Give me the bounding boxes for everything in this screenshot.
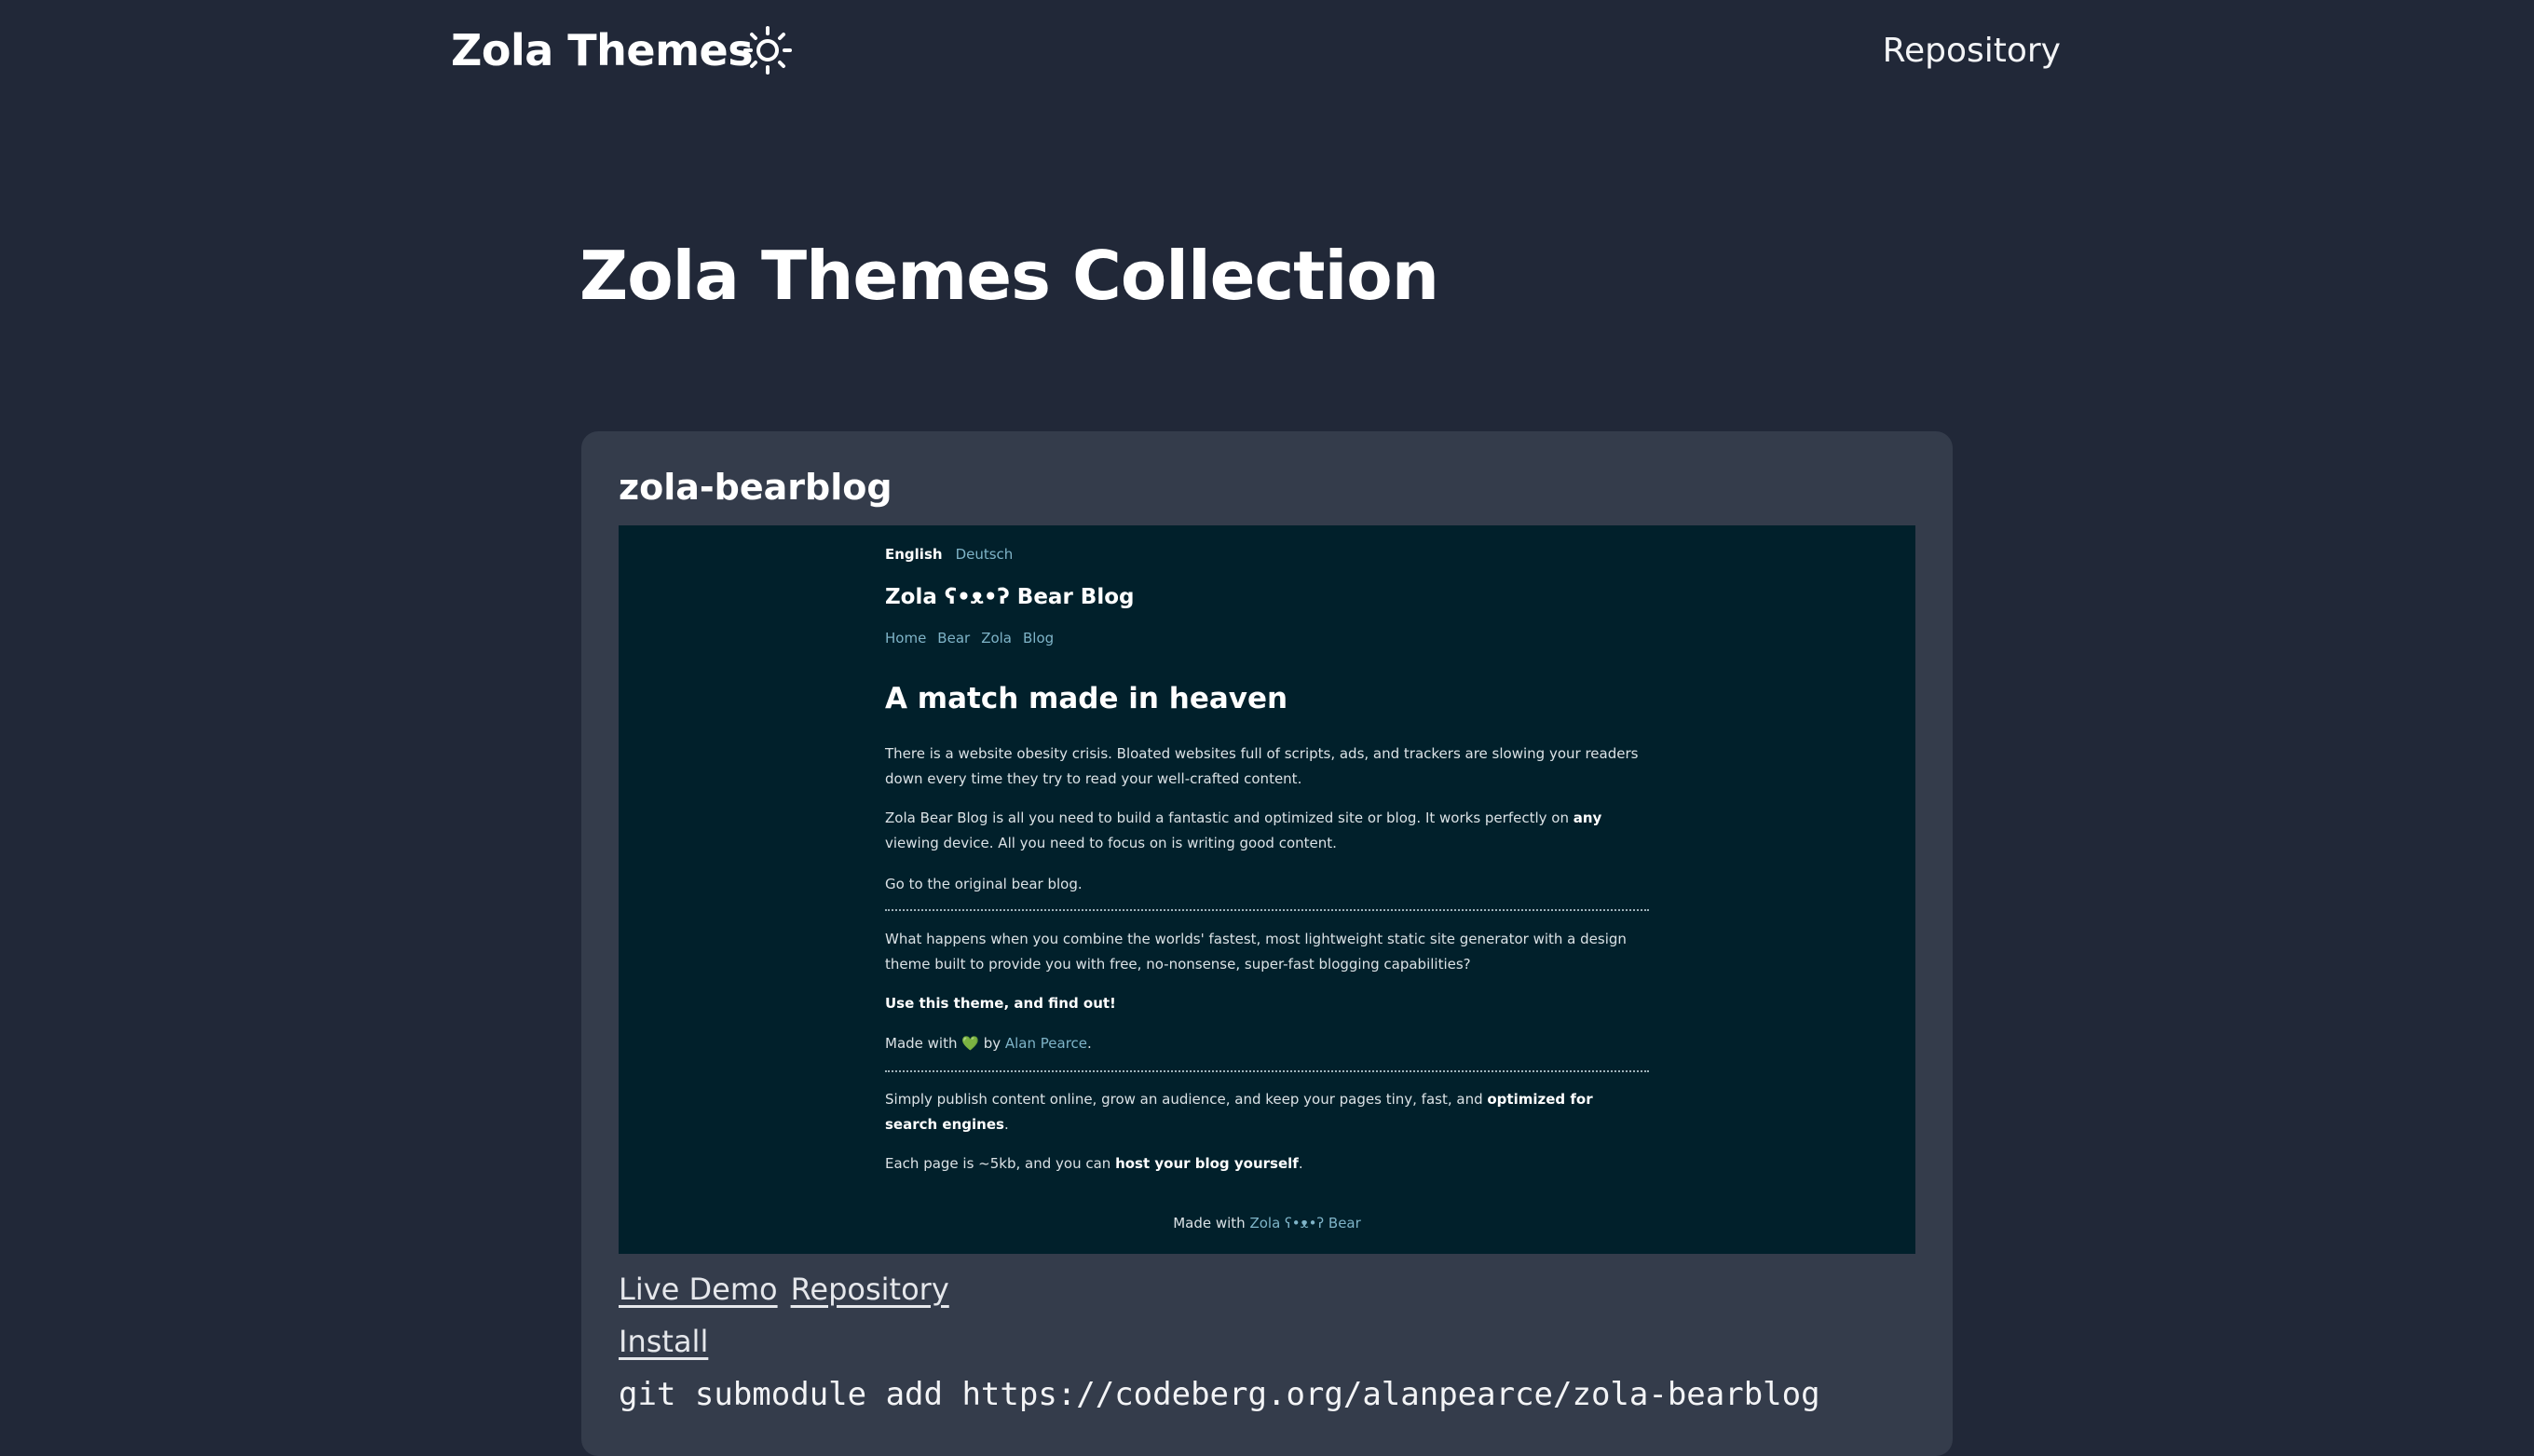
preview-text: by (978, 1035, 1005, 1052)
preview-nav-home: Home (885, 630, 927, 646)
preview-paragraph-2: Zola Bear Blog is all you need to build … (885, 806, 1649, 856)
install-link[interactable]: Install (619, 1320, 708, 1363)
sun-icon (743, 26, 792, 75)
preview-paragraph-4: What happens when you combine the worlds… (885, 931, 1627, 973)
preview-nav-zola: Zola (981, 630, 1012, 646)
preview-divider (885, 909, 1649, 911)
page-title: Zola Themes Collection (579, 237, 1439, 315)
theme-name: zola-bearblog (619, 467, 892, 508)
preview-nav: Home Bear Zola Blog (885, 626, 1649, 651)
header-repository-link[interactable]: Repository (1883, 28, 2061, 75)
preview-paragraph-8: Each page is ~5kb, and you can host your… (885, 1151, 1649, 1177)
preview-bold-text: Use this theme, and find out! (885, 995, 1116, 1012)
preview-footer: Made with Zola ʕ•ᴥ•ʔ Bear (619, 1215, 1915, 1231)
preview-bold-text: host your blog yourself (1115, 1155, 1299, 1172)
preview-heading: A match made in heaven (885, 682, 1288, 715)
preview-lang-deutsch: Deutsch (955, 546, 1014, 563)
heart-icon: 💚 (961, 1035, 979, 1052)
preview-text: Simply publish content online, grow an a… (885, 1091, 1488, 1108)
theme-repository-link[interactable]: Repository (791, 1272, 949, 1307)
preview-footer-link: Zola ʕ•ᴥ•ʔ Bear (1249, 1215, 1361, 1231)
preview-text: viewing device. All you need to focus on… (885, 835, 1337, 851)
theme-preview-screenshot[interactable]: English Deutsch Zola ʕ•ᴥ•ʔ Bear Blog Home… (619, 525, 1915, 1254)
preview-text: . (1087, 1035, 1092, 1052)
preview-paragraph-1: There is a website obesity crisis. Bloat… (885, 745, 1639, 787)
preview-text: Made with (885, 1035, 962, 1052)
preview-nav-bear: Bear (937, 630, 971, 646)
preview-author-link: Alan Pearce (1004, 1035, 1088, 1052)
top-navbar: Zola Themes Repository (0, 0, 2534, 102)
preview-paragraph-5: Use this theme, and find out! (885, 991, 1649, 1016)
preview-site-title: Zola ʕ•ᴥ•ʔ Bear Blog (885, 585, 1135, 609)
preview-paragraph-7: Simply publish content online, grow an a… (885, 1087, 1649, 1137)
preview-language-switcher: English Deutsch (885, 542, 1649, 567)
preview-text: . (1298, 1155, 1303, 1172)
preview-nav-blog: Blog (1023, 630, 1055, 646)
live-demo-link[interactable]: Live Demo (619, 1272, 778, 1307)
preview-text: Zola Bear Blog is all you need to build … (885, 810, 1574, 826)
preview-paragraph-6: Made with 💚 by Alan Pearce. (885, 1031, 1649, 1056)
install-command[interactable]: git submodule add https://codeberg.org/a… (619, 1372, 1820, 1417)
theme-card: zola-bearblog English Deutsch Zola ʕ•ᴥ•ʔ … (581, 431, 1953, 1456)
preview-lang-english: English (885, 546, 943, 563)
preview-original-link: Go to the original bear blog. (885, 876, 1083, 892)
theme-links: Live Demo Repository (619, 1268, 962, 1311)
preview-text: Each page is ~5kb, and you can (885, 1155, 1116, 1172)
preview-text: Made with (1173, 1215, 1250, 1231)
theme-toggle-button[interactable] (742, 24, 794, 76)
site-brand-link[interactable]: Zola Themes (451, 20, 754, 80)
preview-bold-text: any (1573, 810, 1602, 826)
preview-text: . (1003, 1116, 1009, 1133)
preview-divider (885, 1070, 1649, 1072)
